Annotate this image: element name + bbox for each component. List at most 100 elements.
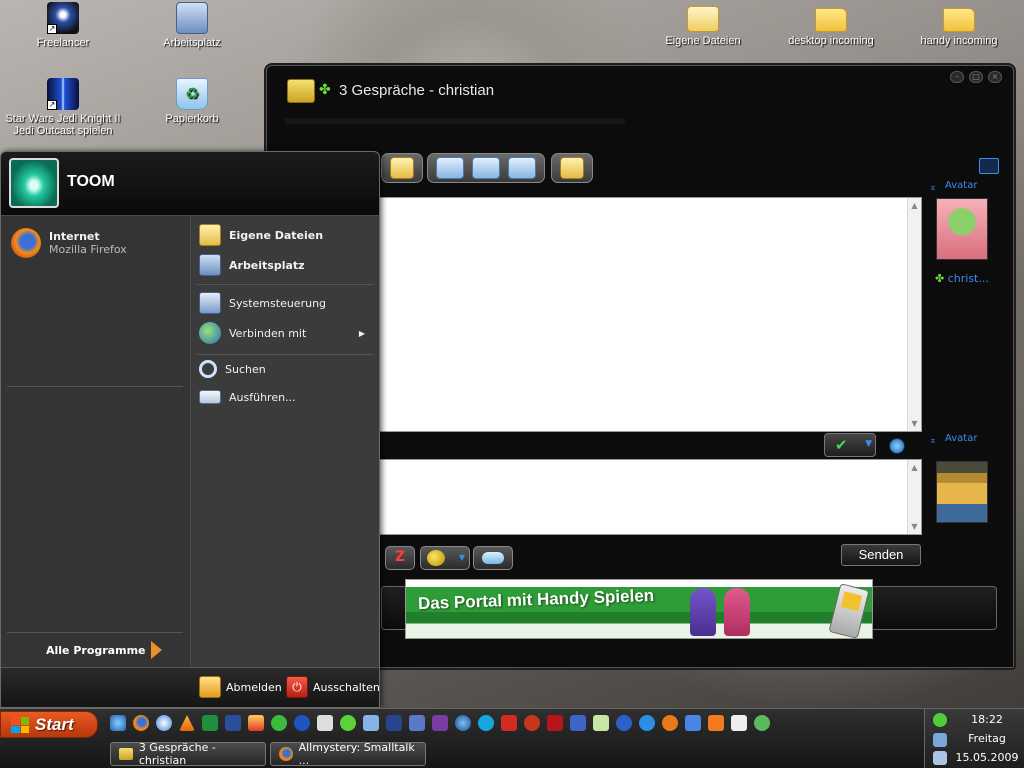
chat-app-icon <box>119 748 133 760</box>
mask-icon[interactable] <box>731 715 747 731</box>
arrow-right-icon[interactable] <box>151 641 162 659</box>
task-firefox[interactable]: Allmystery: Smalltalk ... <box>270 741 426 767</box>
bolt-icon[interactable] <box>685 715 701 731</box>
blender-icon[interactable] <box>662 715 678 731</box>
scroll-down-icon[interactable]: ▼ <box>909 418 920 429</box>
clock-date: 15.05.2009 <box>955 751 1019 764</box>
user-avatar[interactable] <box>9 158 59 208</box>
clover-icon[interactable] <box>340 715 356 731</box>
mail-icon[interactable] <box>248 715 264 731</box>
pdf-icon[interactable] <box>501 715 517 731</box>
burn-icon[interactable] <box>547 715 563 731</box>
desktop-icon-papierkorb[interactable]: Papierkorb <box>137 78 247 125</box>
audio-icon[interactable] <box>409 715 425 731</box>
minimize-button[interactable]: – <box>950 71 964 83</box>
folder-icon <box>815 8 847 32</box>
media-player-icon[interactable] <box>156 715 172 731</box>
audio-editor-icon[interactable] <box>225 715 241 731</box>
maximize-button[interactable]: □ <box>969 71 983 83</box>
chat-icon[interactable] <box>271 715 287 731</box>
desktop-icon-handy-incoming[interactable]: handy incoming <box>904 2 1014 47</box>
start-menu-places: Eigene Dateien Arbeitsplatz Systemsteuer… <box>191 216 379 668</box>
vlc-icon[interactable] <box>179 715 195 731</box>
start-menu-header: TOOM <box>1 152 379 216</box>
desktop-icon-label: Star Wars Jedi Knight II Jedi Outcast sp… <box>5 113 121 137</box>
places-ausfuehren[interactable]: Ausführen... <box>199 390 296 404</box>
ad-banner[interactable]: Das Portal mit Handy Spielen <box>405 579 873 639</box>
terminal-icon[interactable] <box>317 715 333 731</box>
clock-time: 18:22 <box>971 713 1003 726</box>
telephone-icon[interactable] <box>508 157 536 179</box>
grid-icon[interactable] <box>570 715 586 731</box>
spellcheck-button[interactable]: ✔ ▼ <box>824 433 876 457</box>
system-tray: 18:22 Freitag 15.05.2009 <box>924 709 1024 768</box>
start-button[interactable]: Start <box>0 711 98 738</box>
conversation-history[interactable]: ▲ ▼ <box>379 197 922 432</box>
emoticon-button[interactable]: ▼ <box>420 546 470 570</box>
close-button[interactable]: × <box>988 71 1002 83</box>
input-scrollbar[interactable]: ▲ ▼ <box>907 460 921 534</box>
games-button[interactable] <box>473 546 513 570</box>
clover-icon: ✤ <box>319 82 331 98</box>
desktop-icon-eigene-dateien[interactable]: Eigene Dateien <box>648 2 758 47</box>
phone-icon[interactable] <box>436 157 464 179</box>
pinned-firefox[interactable]: Internet Mozilla Firefox <box>11 228 127 258</box>
refresh-icon[interactable] <box>754 715 770 731</box>
desktop-icon-label: Eigene Dateien <box>665 35 741 47</box>
red-circle-icon[interactable] <box>524 715 540 731</box>
phone-icon <box>828 583 870 638</box>
download-arrow-icon[interactable] <box>616 715 632 731</box>
contact-status[interactable]: ✤ christ... <box>935 272 1005 285</box>
scroll-up-icon[interactable]: ▲ <box>909 200 920 211</box>
places-systemsteuerung[interactable]: Systemsteuerung <box>199 292 326 314</box>
desktop-icon-desktop-incoming[interactable]: desktop incoming <box>776 2 886 47</box>
send-button[interactable]: Senden <box>841 544 921 566</box>
places-eigene-dateien[interactable]: Eigene Dateien <box>199 224 323 246</box>
share-folder-icon[interactable] <box>560 157 584 179</box>
ie-icon[interactable] <box>110 715 126 731</box>
chat-app-icon <box>287 79 315 103</box>
logout-button[interactable]: Abmelden <box>199 676 282 698</box>
task-chat-window[interactable]: 3 Gespräche - christian <box>110 741 266 767</box>
chevron-down-icon: ▼ <box>458 553 465 562</box>
avatar-header-contact[interactable]: ⌅ Avatar <box>929 180 995 193</box>
people-icon[interactable] <box>363 715 379 731</box>
places-label: Verbinden mit <box>229 326 307 340</box>
message-input[interactable]: ▲ ▼ <box>379 459 922 535</box>
globe-icon[interactable] <box>455 715 471 731</box>
shutdown-label: Ausschalten <box>313 680 380 694</box>
clock-day: Freitag <box>968 732 1006 745</box>
history-scrollbar[interactable]: ▲ ▼ <box>907 198 921 431</box>
places-arbeitsplatz[interactable]: Arbeitsplatz <box>199 254 305 276</box>
places-verbinden-mit[interactable]: Verbinden mit ▶ <box>199 322 371 344</box>
all-programs-label[interactable]: Alle Programme <box>46 644 146 657</box>
places-suchen[interactable]: Suchen <box>199 360 266 378</box>
firefox-icon[interactable] <box>133 715 149 731</box>
monitor-icon[interactable] <box>933 751 947 765</box>
skype-icon[interactable] <box>478 715 494 731</box>
send-file-icon[interactable] <box>390 157 414 179</box>
desktop-icon-star-wars[interactable]: ↗ Star Wars Jedi Knight II Jedi Outcast … <box>5 78 121 137</box>
desktop-icon-freelancer[interactable]: ↗ Freelancer <box>8 2 118 49</box>
picture-icon[interactable] <box>432 715 448 731</box>
messenger-icon[interactable] <box>639 715 655 731</box>
desktop-icon-arbeitsplatz[interactable]: Arbeitsplatz <box>137 2 247 49</box>
clover-tray-icon[interactable] <box>933 713 947 727</box>
tv-icon[interactable] <box>202 715 218 731</box>
scroll-down-icon[interactable]: ▼ <box>909 521 920 532</box>
shutdown-button[interactable]: ⏻ Ausschalten <box>286 676 380 698</box>
download-icon[interactable] <box>294 715 310 731</box>
avatar-header-self[interactable]: ⌅ Avatar <box>929 433 995 446</box>
desktop-icon-label: desktop incoming <box>788 35 874 47</box>
help-icon[interactable] <box>889 438 905 454</box>
photoshop-icon[interactable] <box>386 715 402 731</box>
desktop-icon-label: Papierkorb <box>165 113 219 125</box>
webcam-icon[interactable] <box>472 157 500 179</box>
network-icon[interactable] <box>933 733 947 747</box>
nudge-button[interactable]: Z <box>385 546 415 570</box>
online-clover-icon: ✤ <box>935 272 945 285</box>
popout-icon[interactable] <box>979 158 999 174</box>
notepad-icon[interactable] <box>593 715 609 731</box>
scroll-up-icon[interactable]: ▲ <box>909 462 920 473</box>
flame-icon[interactable] <box>708 715 724 731</box>
